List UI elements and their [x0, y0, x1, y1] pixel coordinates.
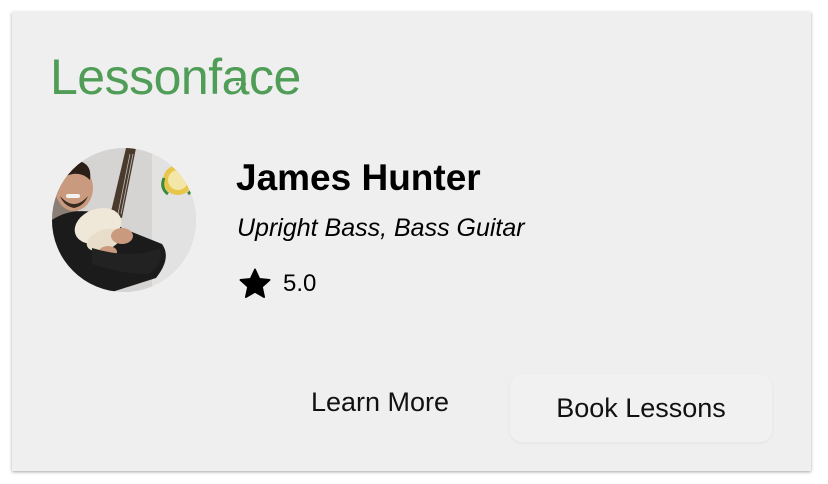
logo-face-letter-text: a — [221, 49, 250, 105]
teacher-name[interactable]: James Hunter — [236, 156, 481, 200]
logo-text-end: ce — [248, 49, 301, 105]
teacher-card: Lessonf a ce James Hunter Upright Bass, … — [12, 12, 811, 471]
rating-value: 5.0 — [283, 270, 317, 297]
teacher-rating: 5.0 — [237, 266, 316, 302]
teacher-avatar[interactable] — [52, 148, 196, 292]
teacher-photo — [52, 148, 196, 292]
lessonface-logo[interactable]: Lessonf a ce — [50, 52, 301, 102]
book-lessons-button[interactable]: Book Lessons — [510, 374, 772, 442]
learn-more-button[interactable]: Learn More — [282, 372, 478, 432]
star-icon — [239, 268, 271, 298]
logo-face-letter: a — [221, 49, 250, 105]
face-eyes-icon — [235, 82, 246, 86]
teacher-instruments: Upright Bass, Bass Guitar — [237, 214, 525, 242]
logo-text-start: Lessonf — [50, 49, 222, 105]
